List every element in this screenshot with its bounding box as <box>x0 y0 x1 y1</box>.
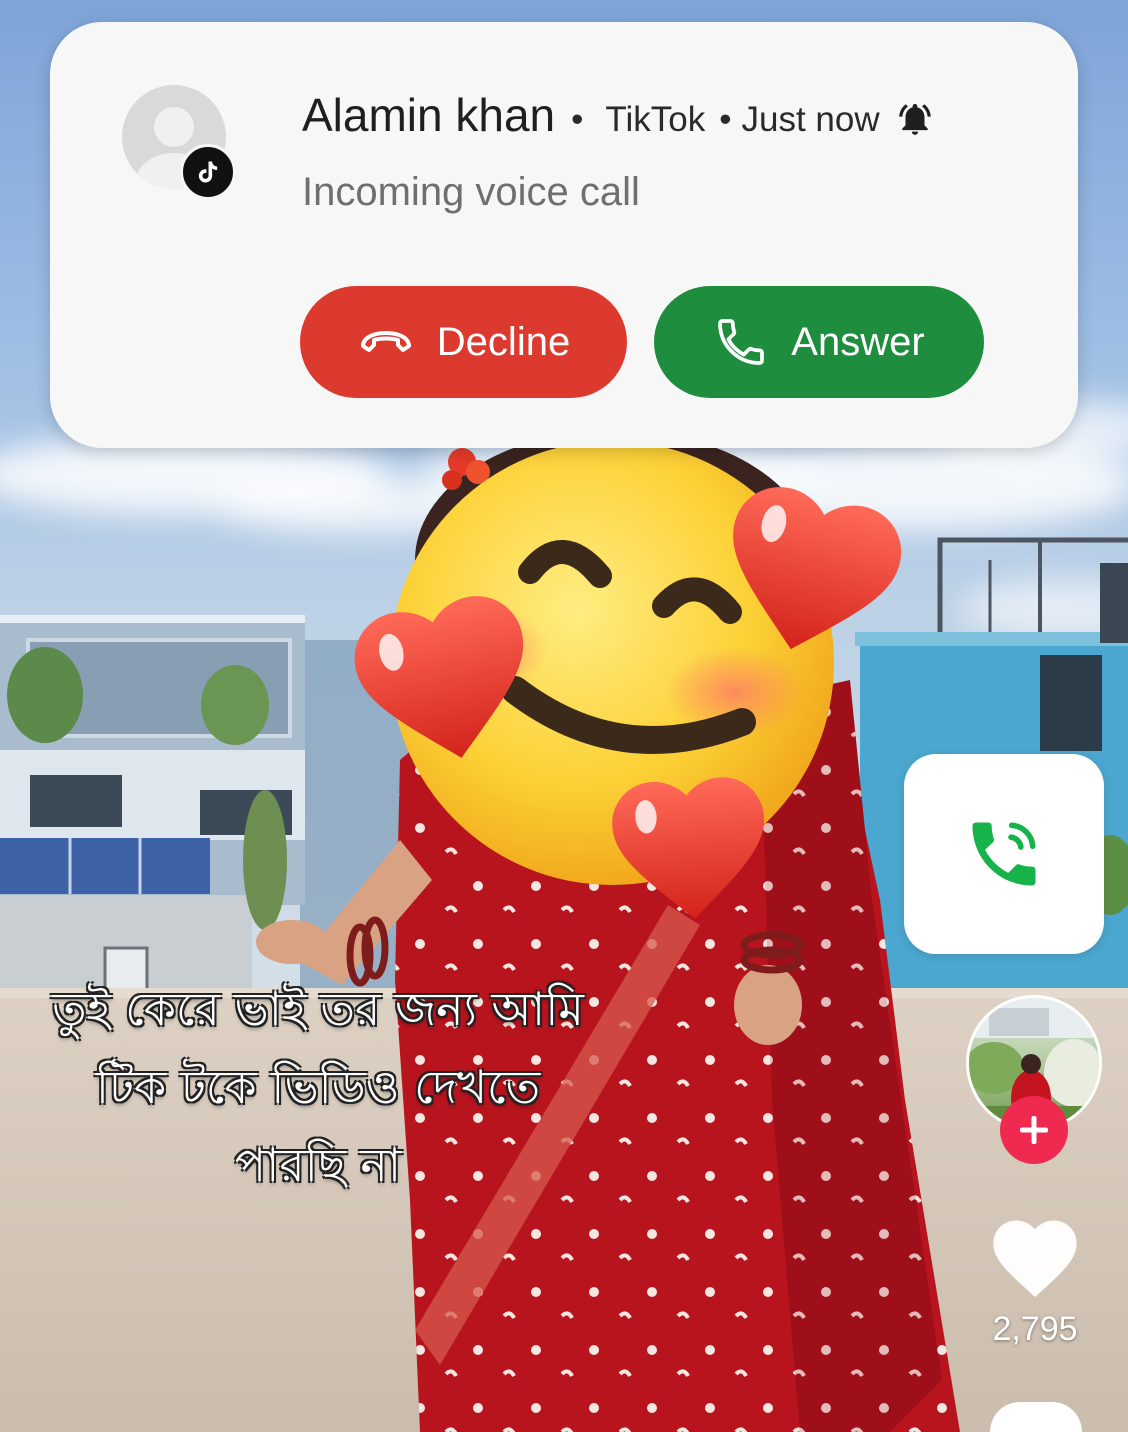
heart-icon[interactable] <box>985 1208 1085 1308</box>
answer-button[interactable]: Answer <box>654 286 984 398</box>
comment-icon[interactable] <box>990 1402 1082 1432</box>
caption-line: টিক টকে ভিডিও দেখতে <box>95 1060 541 1114</box>
like-count: 2,795 <box>992 1310 1078 1348</box>
answer-label: Answer <box>791 319 925 364</box>
caption-line: পারছি না <box>234 1138 402 1192</box>
caller-name: Alamin khan <box>302 89 556 141</box>
phone-icon <box>713 314 769 370</box>
follow-button[interactable] <box>1000 1096 1068 1164</box>
incoming-call-notification[interactable]: Alamin khan • TikTok • Just now Incoming… <box>50 22 1078 448</box>
separator-dot: • <box>719 100 732 139</box>
plant <box>7 647 83 743</box>
window <box>30 775 122 827</box>
decline-button[interactable]: Decline <box>300 286 627 398</box>
roof-edge <box>0 615 305 623</box>
video-caption: তুই কেরে ভাই তর জন্য আমি টিক টকে ভিডিও দ… <box>0 970 636 1204</box>
tiktok-video-screen: তুই কেরে ভাই তর জন্য আমি টিক টকে ভিডিও দ… <box>0 0 1128 1432</box>
separator-dot: • <box>571 100 584 139</box>
caption-line: তুই কেরে ভাই তর জন্য আমি <box>52 982 584 1036</box>
left-hand <box>256 920 328 964</box>
right-hand <box>734 965 802 1045</box>
call-status-text: Incoming voice call <box>302 170 640 214</box>
floating-call-bubble[interactable] <box>904 754 1104 954</box>
tank <box>1100 563 1128 643</box>
solar-panels <box>0 838 210 894</box>
plant <box>201 665 269 745</box>
phone-calling-icon <box>972 822 1036 886</box>
decline-label: Decline <box>436 319 571 364</box>
plus-icon <box>1020 1116 1048 1144</box>
call-end-icon <box>357 326 415 358</box>
bell-ringing-icon <box>898 103 931 135</box>
dark-window <box>1040 655 1102 751</box>
notification-time: Just now <box>741 100 880 139</box>
notification-header: Alamin khan • TikTok • Just now <box>302 88 934 150</box>
app-name: TikTok <box>605 100 706 139</box>
tiktok-logo-icon <box>180 144 236 200</box>
roof-ledge <box>855 632 1128 646</box>
tree <box>243 790 287 930</box>
